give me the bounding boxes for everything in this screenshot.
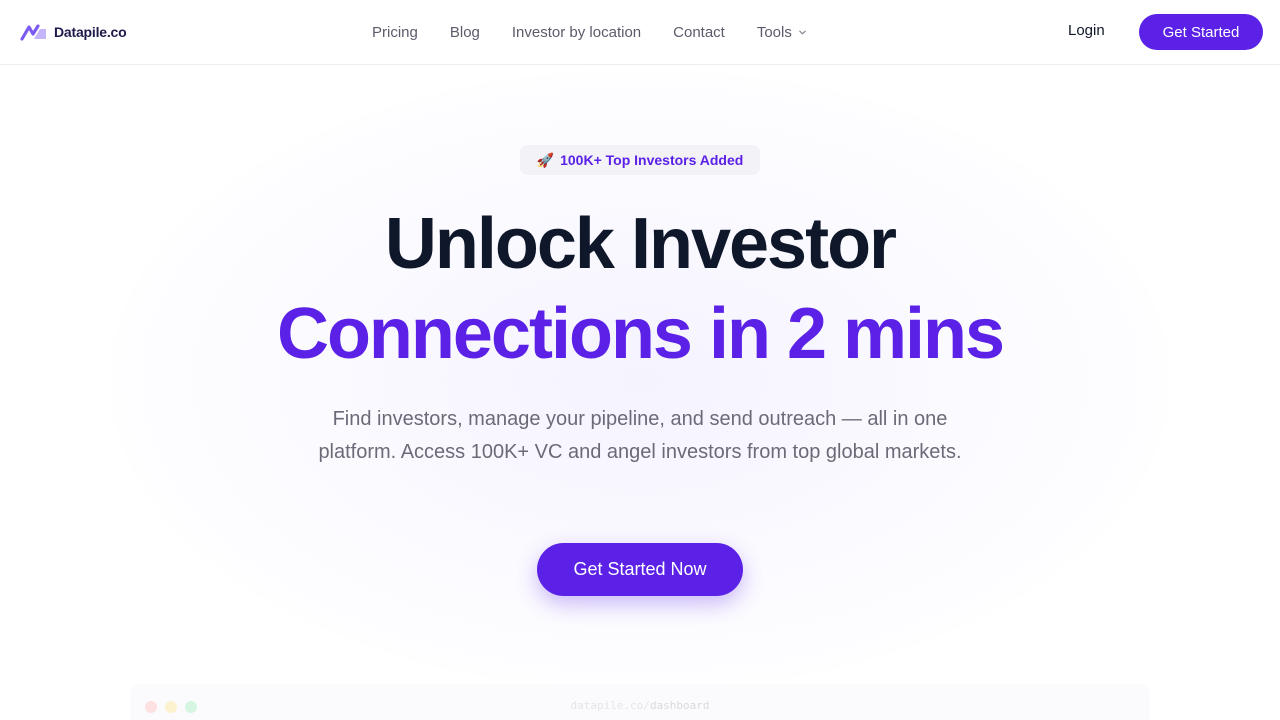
hero-subtitle: Find investors, manage your pipeline, an… xyxy=(318,408,962,463)
rocket-icon: 🚀 xyxy=(536,152,555,168)
nav-link-blog[interactable]: Blog xyxy=(450,24,480,41)
announcement-badge-text: 100K+ Top Investors Added xyxy=(560,152,744,168)
datapile-logo-icon xyxy=(20,24,46,41)
login-link[interactable]: Login xyxy=(1068,22,1105,39)
preview-url-domain: datapile.co/ xyxy=(570,699,650,712)
nav-link-investor-by-location[interactable]: Investor by location xyxy=(512,24,641,41)
dashboard-preview-window: datapile.co/dashboard xyxy=(130,684,1150,720)
chevron-down-icon xyxy=(799,30,806,34)
brand-name: Datapile.co xyxy=(54,24,127,40)
get-started-now-button[interactable]: Get Started Now xyxy=(537,543,743,596)
hero-headline-line1: Unlock Investor xyxy=(384,204,897,284)
main-nav: Pricing Blog Investor by location Contac… xyxy=(372,0,807,64)
get-started-button[interactable]: Get Started xyxy=(1139,14,1263,50)
preview-url-path: dashboard xyxy=(649,699,710,712)
nav-link-pricing[interactable]: Pricing xyxy=(372,24,418,41)
top-navbar: Datapile.co Pricing Blog Investor by loc… xyxy=(0,0,1280,65)
announcement-badge: 🚀 100K+ Top Investors Added xyxy=(520,145,760,175)
preview-url-bar: datapile.co/dashboard xyxy=(130,699,1150,712)
hero-headline-line2: Connections in 2 mins xyxy=(276,294,1005,374)
nav-dropdown-tools[interactable]: Tools xyxy=(757,24,807,41)
nav-tools-label: Tools xyxy=(756,23,792,41)
brand-link[interactable]: Datapile.co xyxy=(20,22,127,42)
nav-link-contact[interactable]: Contact xyxy=(673,24,725,41)
